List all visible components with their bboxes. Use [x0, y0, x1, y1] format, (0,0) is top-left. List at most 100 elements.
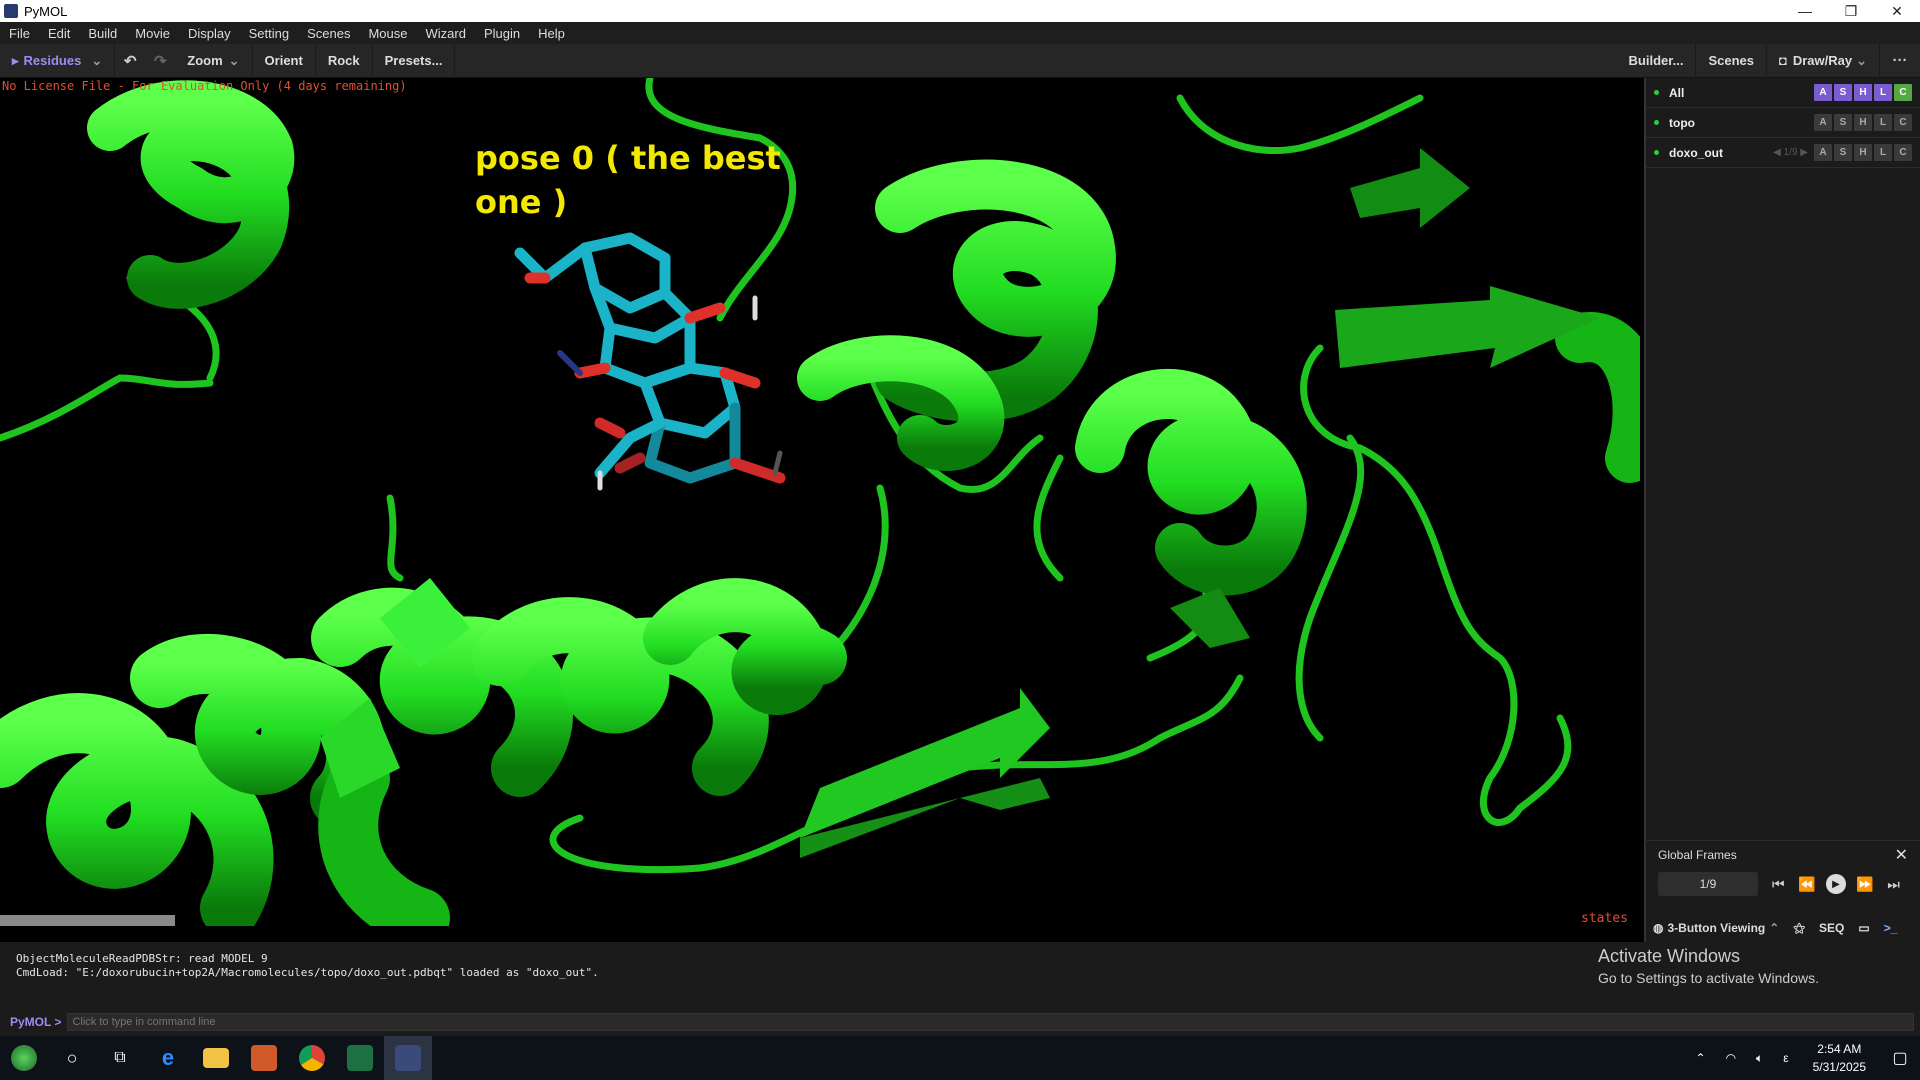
restore-button[interactable]: ❐ — [1828, 0, 1874, 22]
draw-ray-label: Draw/Ray — [1792, 53, 1853, 68]
network-icon[interactable]: ◠ — [1716, 1051, 1746, 1065]
visibility-dot[interactable] — [1654, 120, 1659, 125]
color-button[interactable]: C — [1894, 114, 1912, 131]
volume-icon[interactable]: 🔈︎ — [1746, 1051, 1773, 1066]
last-frame-button[interactable]: ⏭ — [1879, 872, 1908, 896]
menu-plugin[interactable]: Plugin — [475, 26, 529, 41]
show-button[interactable]: S — [1834, 114, 1852, 131]
minimize-button[interactable]: — — [1782, 0, 1828, 22]
menu-file[interactable]: File — [0, 26, 39, 41]
hide-button[interactable]: H — [1854, 84, 1872, 101]
selection-mode-dropdown[interactable]: ▸ Residues ⌄ — [0, 43, 116, 78]
chrome-button[interactable] — [288, 1036, 336, 1080]
visibility-dot[interactable] — [1654, 150, 1659, 155]
zoom-button[interactable]: Zoom ⌄ — [175, 43, 253, 78]
command-line: PyMOL > — [0, 1008, 1920, 1036]
menu-bar: File Edit Build Movie Display Setting Sc… — [0, 22, 1920, 44]
frame-counter[interactable]: 1/9 — [1658, 872, 1758, 896]
media-player-icon — [251, 1045, 277, 1071]
fast-forward-icon: ⏩ — [1856, 875, 1874, 892]
scenes-button[interactable]: Scenes — [1696, 43, 1767, 78]
object-row-topo[interactable]: topo A S H L C — [1646, 108, 1920, 138]
windows-start-icon — [11, 1045, 37, 1071]
more-options-button[interactable]: ··· — [1880, 44, 1920, 78]
frames-close-button[interactable]: ✕ — [1895, 845, 1908, 865]
edge-button[interactable]: e — [144, 1036, 192, 1080]
visibility-dot[interactable] — [1654, 90, 1659, 95]
hide-button[interactable]: H — [1854, 114, 1872, 131]
menu-setting[interactable]: Setting — [240, 26, 298, 41]
show-button[interactable]: S — [1834, 144, 1852, 161]
menu-build[interactable]: Build — [79, 26, 126, 41]
task-view-button[interactable]: ⧉ — [96, 1036, 144, 1080]
chevron-down-icon: ⌄ — [1856, 52, 1867, 68]
tray-overflow-icon[interactable]: ⌃ — [1686, 1051, 1716, 1065]
toolbar: ▸ Residues ⌄ ↶ ↷ Zoom ⌄ Orient Rock Pres… — [0, 43, 1920, 78]
selection-mode-label: Residues — [23, 53, 82, 68]
pose-annotation: pose 0 ( the best one ) — [475, 139, 781, 221]
notifications-icon[interactable]: ▢ — [1880, 1048, 1920, 1068]
file-explorer-button[interactable] — [192, 1036, 240, 1080]
next-frame-button[interactable]: ⏩ — [1850, 872, 1879, 896]
menu-help[interactable]: Help — [529, 26, 574, 41]
menu-movie[interactable]: Movie — [126, 26, 179, 41]
command-input[interactable] — [67, 1013, 1914, 1031]
menu-scenes[interactable]: Scenes — [298, 26, 359, 41]
redo-button[interactable]: ↷ — [145, 44, 175, 78]
presets-button[interactable]: Presets... — [373, 43, 456, 78]
chevron-down-icon: ⌄ — [91, 52, 103, 68]
input-language[interactable]: ε — [1773, 1051, 1798, 1065]
undo-button[interactable]: ↶ — [115, 44, 145, 78]
label-button[interactable]: L — [1874, 144, 1892, 161]
task-view-icon: ⧉ — [114, 1049, 126, 1066]
action-button[interactable]: A — [1814, 84, 1832, 101]
first-frame-button[interactable]: ⏮ — [1764, 872, 1793, 896]
action-button[interactable]: A — [1814, 114, 1832, 131]
clock-time: 2:54 AM — [1817, 1042, 1862, 1056]
menu-mouse[interactable]: Mouse — [359, 26, 416, 41]
object-panel: All A S H L C topo A S H L C doxo_out ◀ … — [1644, 78, 1920, 840]
orient-button[interactable]: Orient — [253, 43, 316, 78]
command-toggle-button[interactable]: >_ — [1877, 921, 1905, 935]
molecular-viewport[interactable]: No License File - For Evaluation Only (4… — [0, 78, 1640, 926]
seq-toggle-button[interactable]: SEQ — [1812, 921, 1851, 935]
prev-frame-button[interactable]: ⏪ — [1793, 872, 1822, 896]
hide-button[interactable]: H — [1854, 144, 1872, 161]
internal-gui-button[interactable]: ▭ — [1851, 921, 1876, 935]
pointer-icon: ▸ — [12, 52, 19, 68]
viewport-scrollbar[interactable] — [0, 915, 175, 926]
draw-ray-button[interactable]: ◘ Draw/Ray ⌄ — [1767, 43, 1880, 78]
skip-back-icon: ⏮ — [1772, 875, 1785, 892]
pymol-taskbar-button[interactable] — [384, 1036, 432, 1080]
mouse-mode-label: 3-Button Viewing — [1667, 921, 1766, 935]
camera-icon: ◘ — [1778, 53, 1787, 68]
excel-button[interactable] — [336, 1036, 384, 1080]
menu-edit[interactable]: Edit — [39, 26, 79, 41]
object-name: topo — [1669, 115, 1695, 130]
color-button[interactable]: C — [1894, 84, 1912, 101]
builder-button[interactable]: Builder... — [1617, 43, 1697, 78]
watermark-subtitle: Go to Settings to activate Windows. — [1598, 970, 1819, 986]
windows-taskbar: ○ ⧉ e ⌃ ◠ 🔈︎ ε 2:54 AM 5/31/2025 ▢ — [0, 1036, 1920, 1080]
mouse-mode-dropdown[interactable]: ◍ 3-Button Viewing ⌃ — [1646, 921, 1786, 935]
media-player-button[interactable] — [240, 1036, 288, 1080]
object-row-all[interactable]: All A S H L C — [1646, 78, 1920, 108]
state-stepper[interactable]: ◀ 1/9 ▶ — [1773, 147, 1808, 158]
color-button[interactable]: C — [1894, 144, 1912, 161]
menu-display[interactable]: Display — [179, 26, 240, 41]
object-row-doxo-out[interactable]: doxo_out ◀ 1/9 ▶ A S H L C — [1646, 138, 1920, 168]
play-button[interactable]: ▶ — [1822, 872, 1851, 896]
start-button[interactable] — [0, 1036, 48, 1080]
label-button[interactable]: L — [1874, 114, 1892, 131]
wizard-button[interactable]: ⚝ — [1786, 921, 1812, 936]
close-button[interactable]: ✕ — [1874, 0, 1920, 22]
rock-button[interactable]: Rock — [316, 43, 373, 78]
clock[interactable]: 2:54 AM 5/31/2025 — [1799, 1040, 1880, 1076]
show-button[interactable]: S — [1834, 84, 1852, 101]
search-button[interactable]: ○ — [48, 1036, 96, 1080]
menu-wizard[interactable]: Wizard — [416, 26, 474, 41]
zoom-label: Zoom — [187, 53, 223, 68]
action-button[interactable]: A — [1814, 144, 1832, 161]
excel-icon — [347, 1045, 373, 1071]
label-button[interactable]: L — [1874, 84, 1892, 101]
